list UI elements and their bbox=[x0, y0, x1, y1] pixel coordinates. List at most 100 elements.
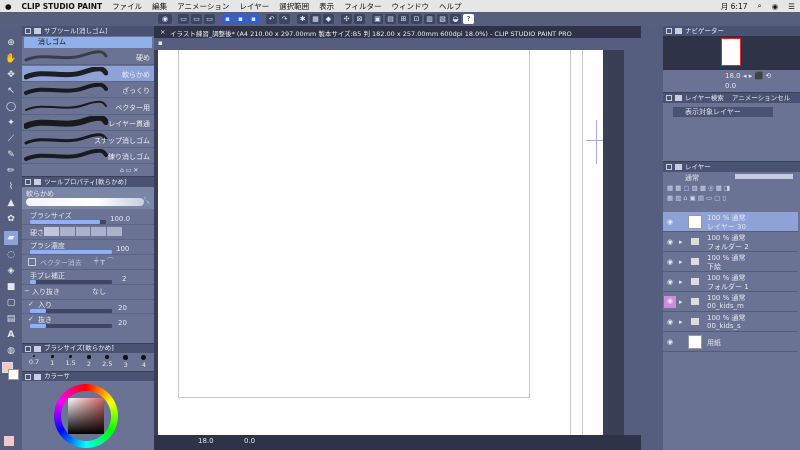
layer-row[interactable]: ◉ ▸ 100 % 通常 00_kids_m bbox=[663, 292, 798, 312]
folder-expand-icon[interactable]: ▸ bbox=[679, 258, 683, 266]
folder-expand-icon[interactable]: ▸ bbox=[679, 298, 683, 306]
transform-icon[interactable]: ✣ bbox=[341, 14, 352, 24]
apple-icon[interactable]: ● bbox=[0, 2, 17, 11]
brush-size-preset[interactable]: 3 bbox=[118, 354, 134, 370]
subtool-item[interactable]: ベクター用 bbox=[22, 98, 154, 115]
menu-filter[interactable]: フィルター bbox=[339, 1, 386, 12]
close-tab-icon[interactable]: × bbox=[160, 28, 165, 36]
text-tool-icon[interactable]: A bbox=[4, 328, 18, 342]
snap-special-icon[interactable]: ⊡ bbox=[411, 14, 422, 24]
eraser-tool-icon[interactable]: ▰ bbox=[4, 231, 18, 245]
in-value[interactable]: 20 bbox=[118, 304, 127, 312]
move-tool-icon[interactable]: ✥ bbox=[4, 68, 18, 82]
layer-search-tab[interactable]: レイヤー検索 bbox=[685, 94, 724, 102]
brush-size-preset[interactable]: 1 bbox=[44, 354, 60, 370]
pen-tool-icon[interactable]: ✎ bbox=[4, 148, 18, 162]
out-value[interactable]: 20 bbox=[118, 319, 127, 327]
app-name-menu[interactable]: CLIP STUDIO PAINT bbox=[17, 2, 108, 11]
color-wheel[interactable] bbox=[54, 384, 118, 448]
menu-view[interactable]: 表示 bbox=[314, 1, 339, 12]
subtool-item[interactable]: スナップ消しゴム bbox=[22, 131, 154, 148]
save-icon[interactable]: ▭ bbox=[204, 14, 215, 24]
folder-expand-icon[interactable]: ▸ bbox=[679, 318, 683, 326]
menu-selection[interactable]: 選択範囲 bbox=[274, 1, 314, 12]
wrench-icon[interactable]: 🔧 bbox=[142, 197, 151, 205]
menu-list-icon[interactable]: ☰ bbox=[783, 2, 800, 11]
ruler-icon[interactable]: ▧ bbox=[437, 14, 448, 24]
airbrush-tool-icon[interactable]: ▲ bbox=[4, 196, 18, 210]
blend-tool-icon[interactable]: ◌ bbox=[4, 248, 18, 262]
density-slider[interactable] bbox=[30, 250, 112, 254]
gradient-tool-icon[interactable]: ■ bbox=[4, 280, 18, 294]
layer-row[interactable]: ◉ ▸ 100 % 通常 00_kids_s bbox=[663, 312, 798, 332]
pencil-tool-icon[interactable]: ✏ bbox=[4, 164, 18, 178]
export-3-icon[interactable]: ▪ bbox=[248, 14, 259, 24]
show-selection-icon[interactable]: ▤ bbox=[385, 14, 396, 24]
menu-icon[interactable]: ▪ bbox=[158, 39, 163, 47]
balloon-tool-icon[interactable]: ◍ bbox=[4, 344, 18, 358]
subtool-group-tab[interactable]: 消しゴム bbox=[24, 37, 152, 48]
auto-select-icon[interactable]: ✦ bbox=[4, 116, 18, 130]
arrow-tool-icon[interactable]: ↖ bbox=[4, 84, 18, 98]
animation-cel-tab[interactable]: アニメーションセル bbox=[732, 94, 790, 102]
taper-expand-icon[interactable]: − bbox=[24, 287, 30, 295]
layer-search-filter[interactable]: 表示対象レイヤー bbox=[673, 107, 773, 117]
grid-icon[interactable]: ▥ bbox=[424, 14, 435, 24]
transparent-color-swatch[interactable] bbox=[4, 436, 14, 446]
figure-tool-icon[interactable]: ▢ bbox=[4, 296, 18, 310]
subtool-item[interactable]: ざっくり bbox=[22, 82, 154, 98]
user-icon[interactable]: ◉ bbox=[767, 2, 784, 11]
canvas[interactable] bbox=[158, 50, 606, 435]
density-value[interactable]: 100 bbox=[116, 245, 129, 253]
fill-tool-icon[interactable]: ◈ bbox=[4, 264, 18, 278]
stabilize-value[interactable]: 2 bbox=[122, 275, 126, 283]
layer-row[interactable]: ◉ ▸ 100 % 通常 フォルダー 2 bbox=[663, 232, 798, 252]
help-icon[interactable]: ? bbox=[463, 14, 474, 24]
in-checkbox[interactable]: ✓ bbox=[28, 300, 34, 308]
saturation-value-square[interactable] bbox=[68, 398, 104, 434]
in-slider[interactable] bbox=[30, 309, 112, 313]
redo-icon[interactable]: ↷ bbox=[279, 14, 290, 24]
visibility-eye-icon[interactable]: ◉ bbox=[665, 217, 675, 227]
clear-outside-icon[interactable]: ▦ bbox=[310, 14, 321, 24]
layer-property-icons[interactable]: ▦ ▦ ▢ ▨ ▩ ◎ ▦ ◨ bbox=[667, 184, 795, 193]
visibility-eye-icon[interactable]: ◉ bbox=[665, 337, 675, 347]
layer-row[interactable]: ◉ 用紙 bbox=[663, 332, 798, 352]
opacity-slider[interactable] bbox=[735, 174, 793, 179]
navigator-zoom[interactable]: 18.0 bbox=[725, 72, 741, 80]
open-file-icon[interactable]: ▭ bbox=[191, 14, 202, 24]
taper-value[interactable]: なし bbox=[92, 287, 106, 297]
visibility-eye-icon[interactable]: ◉ bbox=[665, 277, 675, 287]
brush-size-preset[interactable]: 2.5 bbox=[99, 354, 115, 370]
status-zoom[interactable]: 18.0 bbox=[198, 437, 214, 445]
fill-icon[interactable]: ◆ bbox=[323, 14, 334, 24]
visibility-eye-icon[interactable]: ◉ bbox=[665, 257, 675, 267]
visibility-eye-icon[interactable]: ◉ bbox=[665, 237, 675, 247]
clear-icon[interactable]: ✱ bbox=[297, 14, 308, 24]
decoration-tool-icon[interactable]: ✿ bbox=[4, 212, 18, 226]
invert-selection-icon[interactable]: ▣ bbox=[372, 14, 383, 24]
folder-expand-icon[interactable]: ▸ bbox=[679, 278, 683, 286]
visibility-eye-icon[interactable]: ◉ bbox=[665, 317, 675, 327]
subtool-item[interactable]: レイヤー貫通 bbox=[22, 114, 154, 131]
visibility-eye-icon[interactable]: ◉ bbox=[664, 296, 676, 308]
menu-help[interactable]: ヘルプ bbox=[434, 1, 467, 12]
folder-expand-icon[interactable]: ▸ bbox=[679, 238, 683, 246]
eyedropper-icon[interactable]: ⟋ bbox=[4, 132, 18, 146]
subtool-item[interactable]: 練り消しゴム bbox=[22, 148, 154, 164]
brush-size-value[interactable]: 100.0 bbox=[110, 215, 130, 223]
new-file-icon[interactable]: ▭ bbox=[178, 14, 189, 24]
navigator-zoom-icons[interactable]: ◂ ▸ ⬛ ⟲ bbox=[743, 72, 771, 80]
menu-animation[interactable]: アニメーション bbox=[172, 1, 234, 12]
snap-icon[interactable]: ⊞ bbox=[398, 14, 409, 24]
stabilize-slider[interactable] bbox=[30, 280, 112, 284]
zoom-tool-icon[interactable]: ⊕ bbox=[4, 36, 18, 50]
menu-layer[interactable]: レイヤー bbox=[234, 1, 274, 12]
layer-row[interactable]: ◉ 100 % 通常 レイヤー 30 bbox=[663, 212, 798, 232]
blend-mode-select[interactable]: 通常 bbox=[685, 173, 735, 182]
brush-size-preset[interactable]: 1.5 bbox=[63, 354, 79, 370]
menu-edit[interactable]: 編集 bbox=[147, 1, 172, 12]
subtool-item[interactable]: 硬め bbox=[22, 49, 154, 65]
menu-file[interactable]: ファイル bbox=[107, 1, 147, 12]
brush-tool-icon[interactable]: ⌇ bbox=[4, 180, 18, 194]
